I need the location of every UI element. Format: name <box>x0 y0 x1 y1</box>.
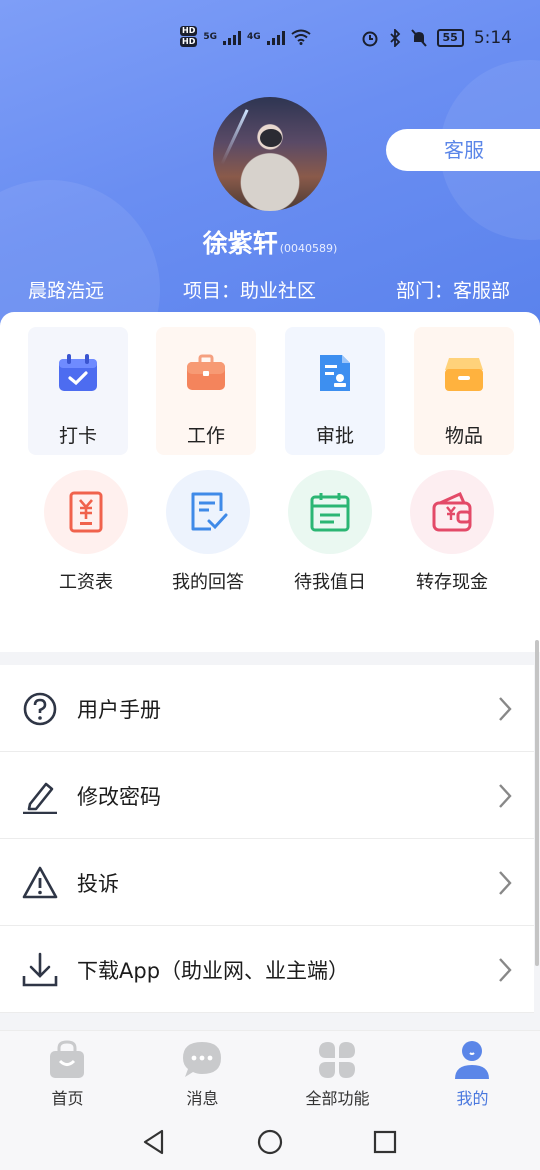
calendar-check-icon <box>59 354 97 391</box>
wifi-icon <box>291 29 311 45</box>
bluetooth-icon <box>389 29 400 47</box>
user-info-row: 晨路浩远 项目：助业社区 部门：客服部 <box>0 276 540 302</box>
system-indicators: 55 5:14 <box>361 28 512 48</box>
tab-messages[interactable]: 消息 <box>135 1031 270 1111</box>
chevron-right-icon <box>499 784 512 808</box>
salary-yen-icon <box>69 491 103 533</box>
tab-me[interactable]: 我的 <box>405 1031 540 1111</box>
quick-actions: 打卡 工作 审批 物品 <box>28 327 514 455</box>
answer-check-icon <box>191 492 228 531</box>
chat-bubble-icon <box>183 1042 221 1077</box>
quick-action-label: 打卡 <box>58 425 97 447</box>
secondary-action-duty[interactable]: 待我值日 <box>270 468 390 598</box>
user-icon <box>455 1041 489 1079</box>
signal-icon <box>223 29 241 45</box>
avatar[interactable] <box>213 97 327 211</box>
menu-item-label: 用户手册 <box>77 698 161 722</box>
secondary-action-cash[interactable]: 转存现金 <box>392 468 512 598</box>
quick-action-label: 审批 <box>315 425 354 447</box>
secondary-action-my-answers[interactable]: 我的回答 <box>148 468 268 598</box>
net-4g-label: 4G <box>247 31 261 42</box>
back-icon[interactable] <box>140 1128 168 1156</box>
secondary-actions: 工资表 我的回答 待我值日 转存现金 <box>0 468 540 598</box>
question-circle-icon <box>23 692 57 726</box>
function-panel: 打卡 工作 审批 物品 工资表 我的回答 待我值日 转存现金 <box>0 312 540 652</box>
menu-item-label: 投诉 <box>77 872 119 896</box>
secondary-action-label: 待我值日 <box>294 572 366 593</box>
chevron-right-icon <box>499 871 512 895</box>
alarm-icon <box>362 31 377 47</box>
quick-action-work[interactable]: 工作 <box>156 327 256 455</box>
scrollbar[interactable] <box>535 640 539 966</box>
status-bar: HD HD 5G 4G 55 5:14 <box>0 24 540 58</box>
system-nav-bar <box>0 1110 540 1170</box>
tab-label: 消息 <box>186 1089 219 1108</box>
battery-icon: 55 <box>436 29 464 47</box>
wallet-yen-icon <box>432 492 472 532</box>
menu-item-complaint[interactable]: 投诉 <box>0 839 534 926</box>
user-name: 徐紫轩 (0040589) <box>0 224 540 260</box>
customer-service-button[interactable]: 客服 <box>386 129 540 171</box>
grid-clover-icon <box>319 1042 355 1078</box>
warning-triangle-icon <box>22 866 58 899</box>
quick-action-items[interactable]: 物品 <box>414 327 514 455</box>
secondary-action-salary[interactable]: 工资表 <box>26 468 146 598</box>
menu-item-change-password[interactable]: 修改密码 <box>0 752 534 839</box>
duty-calendar-icon <box>310 493 350 532</box>
network-indicators: HD HD 5G 4G <box>180 26 311 47</box>
signal-icon <box>266 29 285 45</box>
box-icon <box>445 358 483 391</box>
tab-label: 全部功能 <box>305 1089 370 1108</box>
user-id: (0040589) <box>279 242 338 255</box>
settings-menu: 用户手册 修改密码 投诉 下载App（助业网、业主端） <box>0 665 534 1013</box>
quick-action-label: 工作 <box>186 425 225 447</box>
mute-bell-icon <box>410 29 427 47</box>
menu-item-user-manual[interactable]: 用户手册 <box>0 665 534 752</box>
tab-all-functions[interactable]: 全部功能 <box>270 1031 405 1111</box>
recents-icon[interactable] <box>371 1128 399 1156</box>
bottom-tab-bar: 首页 消息 全部功能 我的 <box>0 1030 540 1110</box>
quick-action-label: 物品 <box>444 425 483 447</box>
tab-label: 我的 <box>456 1089 489 1108</box>
hd-badge: HD <box>180 26 198 36</box>
profile-header: HD HD 5G 4G 55 5:14 徐紫轩 (0040589) 客服 晨路浩远… <box>0 0 540 340</box>
tab-home[interactable]: 首页 <box>0 1031 135 1111</box>
tab-label: 首页 <box>51 1089 84 1108</box>
secondary-action-label: 我的回答 <box>172 572 244 593</box>
quick-action-clock-in[interactable]: 打卡 <box>28 327 128 455</box>
menu-item-download-app[interactable]: 下载App（助业网、业主端） <box>0 926 534 1013</box>
company-label: 晨路浩远 <box>28 280 105 302</box>
secondary-action-label: 工资表 <box>59 572 113 593</box>
home-icon[interactable] <box>256 1128 284 1156</box>
department-label: 部门：客服部 <box>396 280 511 302</box>
clock: 5:14 <box>473 28 512 48</box>
document-stamp-icon <box>320 355 350 391</box>
net-5g-label: 5G <box>203 31 217 42</box>
pencil-icon <box>23 782 57 814</box>
hd-badge: HD <box>180 37 198 47</box>
secondary-action-label: 转存现金 <box>416 572 488 593</box>
chevron-right-icon <box>499 958 512 982</box>
chevron-right-icon <box>499 697 512 721</box>
menu-item-label: 修改密码 <box>77 785 161 809</box>
quick-action-approval[interactable]: 审批 <box>285 327 385 455</box>
shopping-bag-icon <box>50 1040 84 1078</box>
menu-item-label: 下载App（助业网、业主端） <box>77 959 350 983</box>
user-name-text: 徐紫轩 <box>202 229 278 258</box>
download-icon <box>22 952 58 987</box>
briefcase-icon <box>187 354 225 390</box>
project-label: 项目：助业社区 <box>183 280 317 302</box>
